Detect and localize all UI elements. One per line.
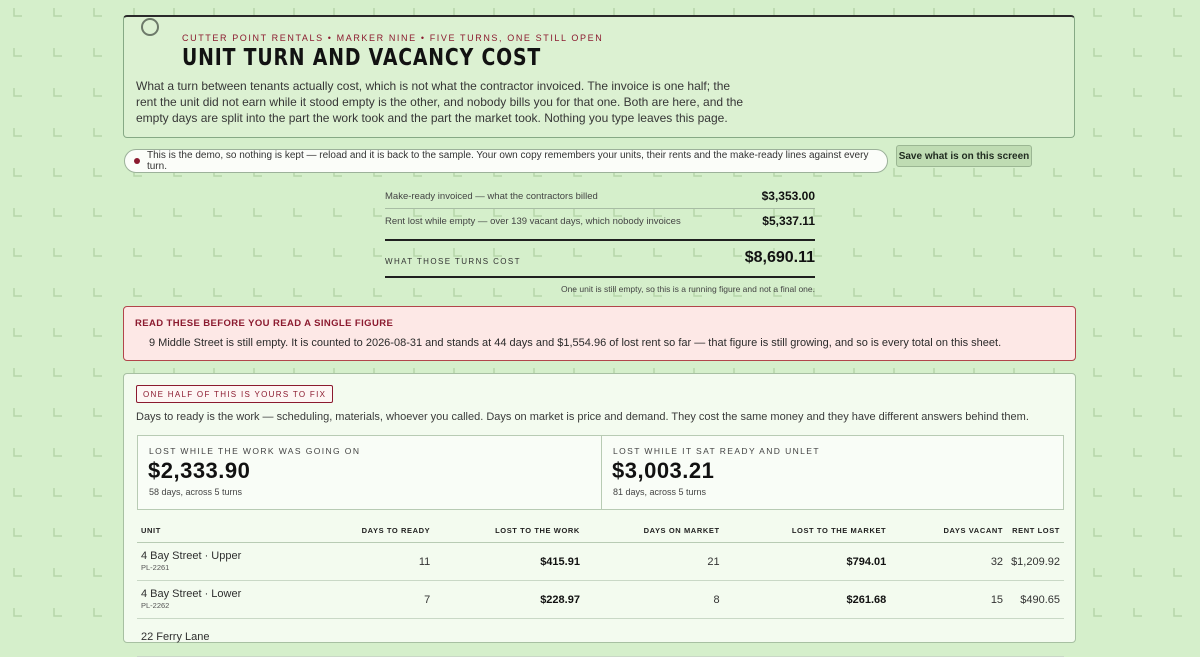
lost-work-cell: [434, 618, 584, 657]
days-ready-cell: 7: [344, 580, 435, 619]
demo-notice-text: This is the demo, so nothing is kept — r…: [146, 150, 869, 172]
days-vacant-cell: 32: [890, 542, 1008, 581]
alert-title: READ THESE BEFORE YOU READ A SINGLE FIGU…: [135, 318, 394, 329]
work-loss-amount: $2,333.90: [148, 458, 251, 483]
column-header-days-market: DAYS ON MARKET: [583, 518, 724, 543]
lost-work-cell: $415.91: [434, 542, 584, 581]
lost-market-cell: $794.01: [723, 542, 891, 581]
column-header-days-vacant: DAYS VACANT: [890, 518, 1008, 543]
units-table: UNIT DAYS TO READY LOST TO THE WORK DAYS…: [137, 518, 1064, 657]
table-row[interactable]: 22 Ferry Lane: [137, 618, 1064, 657]
market-loss-amount: $3,003.21: [612, 458, 715, 483]
table-header-row: UNIT DAYS TO READY LOST TO THE WORK DAYS…: [137, 518, 1064, 543]
market-loss-panel: LOST WHILE IT SAT READY AND UNLET $3,003…: [601, 436, 1064, 509]
column-header-lost-work: LOST TO THE WORK: [434, 518, 584, 543]
rent-lost-cell: $490.65: [1007, 580, 1064, 619]
status-dot-icon: [134, 158, 140, 164]
rent-lost-cell: $1,209.92: [1007, 542, 1064, 581]
column-header-days-ready: DAYS TO READY: [344, 518, 435, 543]
days-market-cell: 21: [583, 542, 724, 581]
market-loss-detail: 81 days, across 5 turns: [613, 487, 707, 497]
market-loss-label: LOST WHILE IT SAT READY AND UNLET: [613, 446, 820, 456]
summary-amount: $5,337.11: [762, 214, 815, 228]
table-row[interactable]: 4 Bay Street · Upper PL-2261 11 $415.91 …: [137, 542, 1064, 581]
section-tag: ONE HALF OF THIS IS YOURS TO FIX: [136, 385, 334, 403]
divider: [385, 239, 815, 241]
column-header-lost-market: LOST TO THE MARKET: [723, 518, 891, 543]
unit-code: PL-2262: [141, 601, 170, 610]
column-header-rent-lost: RENT LOST: [1007, 518, 1064, 543]
days-vacant-cell: [890, 618, 1008, 657]
rent-lost-cell: [1007, 618, 1064, 657]
summary-label: Rent lost while empty — over 139 vacant …: [385, 215, 681, 227]
total-amount: $8,690.11: [744, 249, 815, 266]
days-market-cell: [583, 618, 724, 657]
split-summary: LOST WHILE THE WORK WAS GOING ON $2,333.…: [137, 435, 1064, 510]
intro-text: What a turn between tenants actually cos…: [136, 79, 744, 125]
lost-work-cell: $228.97: [434, 580, 584, 619]
unit-name: 4 Bay Street · Upper: [141, 550, 242, 562]
column-header-unit: UNIT: [137, 518, 345, 543]
unit-cell: 22 Ferry Lane: [137, 618, 345, 657]
divider: [385, 208, 815, 209]
lost-market-cell: [723, 618, 891, 657]
section-description: Days to ready is the work — scheduling, …: [136, 411, 1029, 423]
save-button[interactable]: Save what is on this screen: [896, 145, 1032, 167]
summary-amount: $3,353.00: [761, 189, 815, 203]
unit-name: 22 Ferry Lane: [141, 631, 210, 643]
unit-cell: 4 Bay Street · Lower PL-2262: [137, 580, 345, 619]
lost-market-cell: $261.68: [723, 580, 891, 619]
alert-text: 9 Middle Street is still empty. It is co…: [149, 337, 1002, 349]
days-market-cell: 8: [583, 580, 724, 619]
running-figure-note: One unit is still empty, so this is a ru…: [560, 284, 815, 294]
header-kicker: CUTTER POINT RENTALS • MARKER NINE • FIV…: [182, 33, 604, 43]
unit-name: 4 Bay Street · Lower: [141, 588, 242, 600]
work-loss-detail: 58 days, across 5 turns: [149, 487, 243, 497]
summary-row-rent-lost: Rent lost while empty — over 139 vacant …: [385, 214, 815, 228]
work-loss-panel: LOST WHILE THE WORK WAS GOING ON $2,333.…: [138, 436, 601, 509]
unit-code: PL-2261: [141, 563, 170, 572]
alert-box: READ THESE BEFORE YOU READ A SINGLE FIGU…: [123, 306, 1076, 361]
divider: [385, 276, 815, 278]
unit-cell: 4 Bay Street · Upper PL-2261: [137, 542, 345, 581]
summary-row-invoiced: Make-ready invoiced — what the contracto…: [385, 189, 815, 203]
demo-notice: This is the demo, so nothing is kept — r…: [124, 149, 888, 173]
summary-label: Make-ready invoiced — what the contracto…: [385, 190, 598, 202]
ring-icon: [141, 18, 159, 36]
total-label: WHAT THOSE TURNS COST: [385, 257, 521, 266]
days-ready-cell: 11: [344, 542, 435, 581]
page-title: UNIT TURN AND VACANCY COST: [182, 45, 542, 71]
days-ready-cell: [344, 618, 435, 657]
table-row[interactable]: 4 Bay Street · Lower PL-2262 7 $228.97 8…: [137, 580, 1064, 619]
days-vacant-cell: 15: [890, 580, 1008, 619]
work-loss-label: LOST WHILE THE WORK WAS GOING ON: [149, 446, 361, 456]
